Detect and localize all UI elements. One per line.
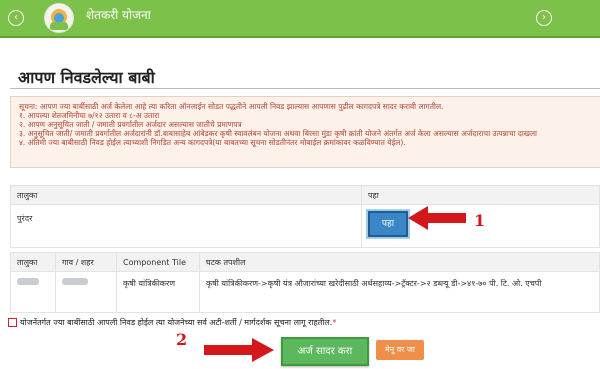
chevron-left-circle-icon[interactable]: ‹ — [8, 10, 24, 26]
app-logo — [44, 3, 74, 33]
agreement-checkbox[interactable] — [8, 318, 17, 327]
required-mark: * — [332, 318, 337, 327]
taluka-cell: पुरंदर — [10, 204, 362, 248]
notice-line: ३. अनुसूचित जाती/ जमाती प्रवर्गातील अर्ज… — [19, 129, 537, 138]
go-to-menu-button[interactable]: मेनू वर जा — [376, 340, 424, 360]
column-header-component: Component Tile — [116, 252, 200, 272]
view-button[interactable]: पहा — [368, 211, 408, 237]
app-title: शेतकरी योजना — [86, 8, 151, 22]
notice-line: १. आपल्या शेतजमिनीचा ७/१२ उतारा व ८-अ उत… — [19, 111, 160, 120]
column-header-taluka: तालुका — [10, 185, 362, 205]
chevron-right-circle-icon[interactable]: › — [536, 10, 552, 26]
details-cell: कृषी यांत्रिकीकरण->कृषी यंत्र औजारांच्या… — [199, 271, 600, 313]
page-title: आपण निवडलेल्या बाबी — [18, 68, 155, 87]
annotation-arrow-2 — [204, 338, 274, 362]
notice-line: २. आपण अनुसूचित जाती / जमाती प्रवर्गातील… — [19, 120, 242, 129]
annotation-arrow-1 — [408, 206, 466, 230]
annotation-number-1: 1 — [474, 211, 486, 230]
column-header-details: घटक तपशील — [199, 252, 600, 272]
column-header-village: गाव / शहर — [55, 252, 117, 272]
agreement-text: योजनेंतर्गत ज्या बाबींसाठी आपली निवड होई… — [20, 318, 333, 327]
location-table: तालुका पहा पुरंदर पहा — [10, 185, 600, 248]
taluka-cell-redacted — [10, 271, 56, 313]
village-cell-redacted — [55, 271, 117, 313]
redacted-text — [17, 278, 39, 285]
heading-divider — [10, 88, 600, 89]
redacted-text — [62, 278, 88, 285]
agreement-row: योजनेंतर्गत ज्या बाबींसाठी आपली निवड होई… — [8, 317, 336, 328]
top-navigation-bar: ‹ शेतकरी योजना › — [0, 0, 600, 38]
column-header-taluka: तालुका — [10, 252, 56, 272]
notice-line: सूचना: आपण ज्या बाबींसाठी अर्ज केलेला आह… — [19, 102, 444, 111]
components-table: तालुका गाव / शहर Component Tile घटक तपशी… — [10, 252, 600, 313]
annotation-number-2: 2 — [176, 330, 188, 349]
submit-application-button[interactable]: अर्ज सादर करा — [281, 337, 369, 366]
column-header-view: पहा — [361, 185, 600, 205]
notice-line: ४. अंतिमी ज्या बाबीसाठी निवड होईल त्याच्… — [19, 138, 406, 147]
component-cell: कृषी यांत्रिकीकरण — [116, 271, 200, 313]
documents-notice: सूचना: आपण ज्या बाबींसाठी अर्ज केलेला आह… — [10, 96, 600, 168]
